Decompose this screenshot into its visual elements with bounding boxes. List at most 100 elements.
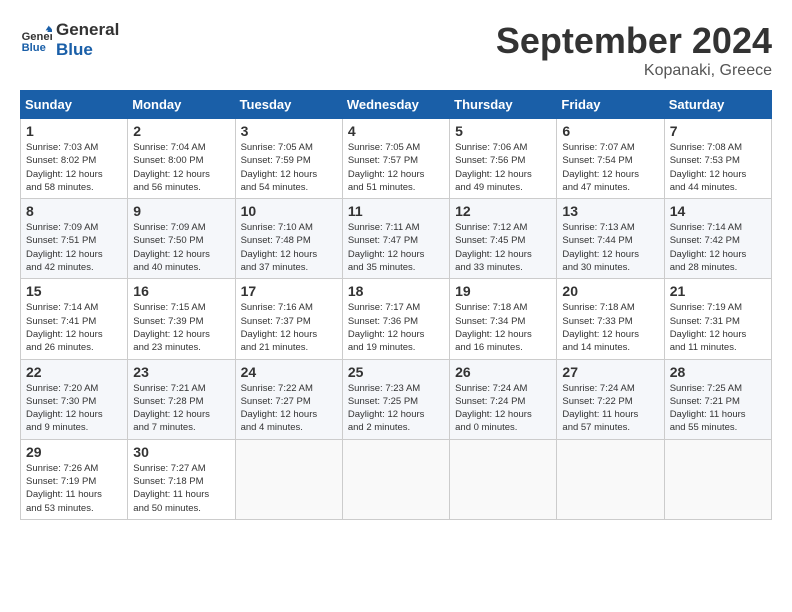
day-info: Sunrise: 7:16 AMSunset: 7:37 PMDaylight:… (241, 301, 337, 354)
day-info: Sunrise: 7:24 AMSunset: 7:24 PMDaylight:… (455, 382, 551, 435)
day-info: Sunrise: 7:03 AMSunset: 8:02 PMDaylight:… (26, 141, 122, 194)
day-number: 30 (133, 444, 229, 460)
calendar-day-cell: 30Sunrise: 7:27 AMSunset: 7:18 PMDayligh… (128, 439, 235, 519)
day-number: 27 (562, 364, 658, 380)
calendar-day-cell: 7 Sunrise: 7:08 AMSunset: 7:53 PMDaylight… (664, 119, 771, 199)
weekday-header-cell: Monday (128, 91, 235, 119)
day-number: 14 (670, 203, 766, 219)
day-number: 24 (241, 364, 337, 380)
calendar-week-row: 15 Sunrise: 7:14 AMSunset: 7:41 PMDayligh… (21, 279, 772, 359)
day-info: Sunrise: 7:08 AMSunset: 7:53 PMDaylight:… (670, 141, 766, 194)
calendar-day-cell: 10Sunrise: 7:10 AMSunset: 7:48 PMDayligh… (235, 199, 342, 279)
day-number: 11 (348, 203, 444, 219)
day-info: Sunrise: 7:05 AMSunset: 7:59 PMDaylight:… (241, 141, 337, 194)
logo: General Blue General Blue (20, 20, 119, 61)
calendar-day-cell: 16 Sunrise: 7:15 AMSunset: 7:39 PMDayligh… (128, 279, 235, 359)
day-number: 4 (348, 123, 444, 139)
weekday-header-cell: Tuesday (235, 91, 342, 119)
day-info: Sunrise: 7:13 AMSunset: 7:44 PMDaylight:… (562, 221, 658, 274)
calendar-day-cell: 18 Sunrise: 7:17 AMSunset: 7:36 PMDayligh… (342, 279, 449, 359)
calendar-day-cell: 29 Sunrise: 7:26 AMSunset: 7:19 PMDayligh… (21, 439, 128, 519)
day-number: 26 (455, 364, 551, 380)
location-title: Kopanaki, Greece (496, 62, 772, 80)
calendar-day-cell: 13Sunrise: 7:13 AMSunset: 7:44 PMDayligh… (557, 199, 664, 279)
calendar-week-row: 8Sunrise: 7:09 AMSunset: 7:51 PMDaylight… (21, 199, 772, 279)
day-number: 29 (26, 444, 122, 460)
logo-line1: General (56, 20, 119, 40)
calendar-day-cell: 24 Sunrise: 7:22 AMSunset: 7:27 PMDayligh… (235, 359, 342, 439)
calendar-week-row: 29 Sunrise: 7:26 AMSunset: 7:19 PMDayligh… (21, 439, 772, 519)
calendar-day-cell: 5 Sunrise: 7:06 AMSunset: 7:56 PMDaylight… (450, 119, 557, 199)
day-info: Sunrise: 7:26 AMSunset: 7:19 PMDaylight:… (26, 462, 122, 515)
calendar-day-cell: 27 Sunrise: 7:24 AMSunset: 7:22 PMDayligh… (557, 359, 664, 439)
day-info: Sunrise: 7:25 AMSunset: 7:21 PMDaylight:… (670, 382, 766, 435)
day-number: 6 (562, 123, 658, 139)
calendar-day-cell: 6 Sunrise: 7:07 AMSunset: 7:54 PMDaylight… (557, 119, 664, 199)
day-number: 3 (241, 123, 337, 139)
weekday-header-cell: Thursday (450, 91, 557, 119)
day-number: 7 (670, 123, 766, 139)
calendar-day-cell: 20 Sunrise: 7:18 AMSunset: 7:33 PMDayligh… (557, 279, 664, 359)
calendar-day-cell: 8Sunrise: 7:09 AMSunset: 7:51 PMDaylight… (21, 199, 128, 279)
day-number: 1 (26, 123, 122, 139)
day-number: 12 (455, 203, 551, 219)
weekday-header-cell: Friday (557, 91, 664, 119)
day-number: 8 (26, 203, 122, 219)
calendar-day-cell: 3 Sunrise: 7:05 AMSunset: 7:59 PMDaylight… (235, 119, 342, 199)
day-info: Sunrise: 7:19 AMSunset: 7:31 PMDaylight:… (670, 301, 766, 354)
day-info: Sunrise: 7:21 AMSunset: 7:28 PMDaylight:… (133, 382, 229, 435)
calendar-day-cell (664, 439, 771, 519)
day-number: 19 (455, 283, 551, 299)
month-year-title: September 2024 (496, 20, 772, 62)
calendar-table: SundayMondayTuesdayWednesdayThursdayFrid… (20, 90, 772, 520)
day-info: Sunrise: 7:09 AMSunset: 7:50 PMDaylight:… (133, 221, 229, 274)
calendar-day-cell: 14Sunrise: 7:14 AMSunset: 7:42 PMDayligh… (664, 199, 771, 279)
calendar-day-cell: 1 Sunrise: 7:03 AMSunset: 8:02 PMDaylight… (21, 119, 128, 199)
day-number: 28 (670, 364, 766, 380)
weekday-header-cell: Saturday (664, 91, 771, 119)
day-info: Sunrise: 7:14 AMSunset: 7:41 PMDaylight:… (26, 301, 122, 354)
calendar-day-cell: 22Sunrise: 7:20 AMSunset: 7:30 PMDayligh… (21, 359, 128, 439)
day-number: 10 (241, 203, 337, 219)
day-number: 16 (133, 283, 229, 299)
day-number: 15 (26, 283, 122, 299)
day-info: Sunrise: 7:05 AMSunset: 7:57 PMDaylight:… (348, 141, 444, 194)
calendar-week-row: 22Sunrise: 7:20 AMSunset: 7:30 PMDayligh… (21, 359, 772, 439)
calendar-day-cell: 11Sunrise: 7:11 AMSunset: 7:47 PMDayligh… (342, 199, 449, 279)
day-number: 18 (348, 283, 444, 299)
day-info: Sunrise: 7:18 AMSunset: 7:33 PMDaylight:… (562, 301, 658, 354)
calendar-day-cell: 4 Sunrise: 7:05 AMSunset: 7:57 PMDaylight… (342, 119, 449, 199)
day-info: Sunrise: 7:15 AMSunset: 7:39 PMDaylight:… (133, 301, 229, 354)
svg-text:Blue: Blue (22, 43, 46, 55)
day-number: 25 (348, 364, 444, 380)
calendar-day-cell (450, 439, 557, 519)
day-info: Sunrise: 7:24 AMSunset: 7:22 PMDaylight:… (562, 382, 658, 435)
calendar-day-cell: 23Sunrise: 7:21 AMSunset: 7:28 PMDayligh… (128, 359, 235, 439)
day-number: 17 (241, 283, 337, 299)
day-info: Sunrise: 7:17 AMSunset: 7:36 PMDaylight:… (348, 301, 444, 354)
day-info: Sunrise: 7:20 AMSunset: 7:30 PMDaylight:… (26, 382, 122, 435)
calendar-day-cell (235, 439, 342, 519)
day-number: 9 (133, 203, 229, 219)
day-number: 20 (562, 283, 658, 299)
calendar-day-cell: 17 Sunrise: 7:16 AMSunset: 7:37 PMDayligh… (235, 279, 342, 359)
weekday-header-cell: Sunday (21, 91, 128, 119)
day-info: Sunrise: 7:12 AMSunset: 7:45 PMDaylight:… (455, 221, 551, 274)
day-info: Sunrise: 7:07 AMSunset: 7:54 PMDaylight:… (562, 141, 658, 194)
day-number: 5 (455, 123, 551, 139)
calendar-day-cell: 25Sunrise: 7:23 AMSunset: 7:25 PMDayligh… (342, 359, 449, 439)
day-number: 2 (133, 123, 229, 139)
logo-line2: Blue (56, 40, 119, 60)
calendar-day-cell: 2Sunrise: 7:04 AMSunset: 8:00 PMDaylight… (128, 119, 235, 199)
calendar-day-cell: 9 Sunrise: 7:09 AMSunset: 7:50 PMDaylight… (128, 199, 235, 279)
day-info: Sunrise: 7:22 AMSunset: 7:27 PMDaylight:… (241, 382, 337, 435)
title-section: September 2024 Kopanaki, Greece (496, 20, 772, 80)
weekday-header-cell: Wednesday (342, 91, 449, 119)
calendar-day-cell: 28 Sunrise: 7:25 AMSunset: 7:21 PMDayligh… (664, 359, 771, 439)
day-info: Sunrise: 7:06 AMSunset: 7:56 PMDaylight:… (455, 141, 551, 194)
calendar-day-cell: 19Sunrise: 7:18 AMSunset: 7:34 PMDayligh… (450, 279, 557, 359)
calendar-body: 1 Sunrise: 7:03 AMSunset: 8:02 PMDaylight… (21, 119, 772, 520)
calendar-day-cell (342, 439, 449, 519)
calendar-day-cell: 15 Sunrise: 7:14 AMSunset: 7:41 PMDayligh… (21, 279, 128, 359)
logo-icon: General Blue (20, 24, 52, 56)
